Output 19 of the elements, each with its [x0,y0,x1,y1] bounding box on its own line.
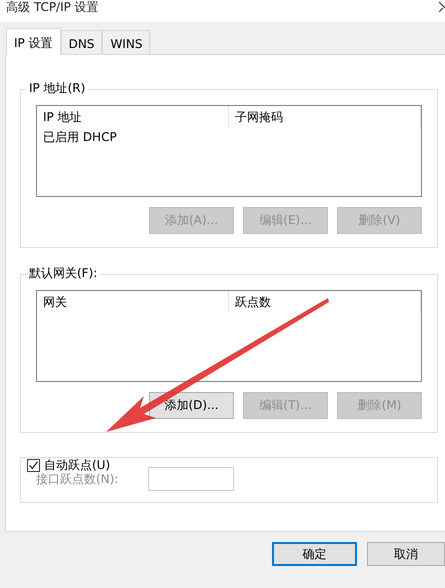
tab[interactable]: WINS [102,30,150,54]
column-header[interactable]: 网关 [37,291,229,313]
action-button[interactable]: 添加(D)... [149,392,234,419]
dialog-button[interactable]: 确定 [272,542,357,566]
column-header[interactable]: IP 地址 [37,106,229,128]
checkbox-label: 自动跃点(U) [44,458,110,472]
tab[interactable]: DNS [60,30,102,54]
window-title: 高级 TCP/IP 设置 [6,0,99,14]
group-label: IP 地址(R) [26,81,88,95]
list-view[interactable]: IP 地址 子网掩码 已启用 DHCP [36,105,422,197]
field-label: 接口跃点数(N): [36,471,118,488]
tab[interactable]: IP 设置 [6,28,61,55]
column-header[interactable]: 子网掩码 [229,106,421,128]
checkbox[interactable] [27,458,40,472]
dialog-button[interactable]: 取消 [367,542,445,566]
close-icon[interactable] [439,2,445,12]
list-item[interactable]: 已启用 DHCP [43,130,117,144]
group-label: 默认网关(F): [26,266,100,280]
list-view[interactable]: 网关 跃点数 [36,290,422,382]
